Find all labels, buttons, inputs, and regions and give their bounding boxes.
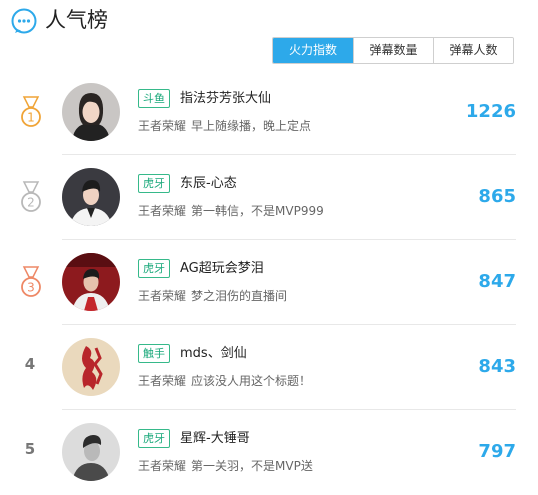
ranking-row[interactable]: 4 触手 mds、剑仙 王者荣耀 应该没人用这个标题！ 843: [0, 325, 538, 410]
score-value: 1226: [465, 101, 516, 122]
score-value: 797: [478, 441, 516, 462]
stream-description: 王者荣耀 早上随缘播，晚上定点: [138, 118, 311, 134]
medal-rank-number: 2: [27, 196, 35, 210]
chat-bubble-icon: [11, 8, 37, 34]
streamer-name[interactable]: 指法芬芳张大仙: [180, 89, 271, 108]
avatar[interactable]: [62, 338, 120, 396]
score-value: 865: [478, 186, 516, 207]
platform-tag: 虎牙: [138, 259, 170, 278]
stream-title: 早上随缘播，晚上定点: [191, 119, 312, 133]
streamer-name[interactable]: 星辉-大锤哥: [180, 429, 250, 448]
ranking-row[interactable]: 5 虎牙 星辉-大锤哥 王者荣耀 第一关羽，不是MVP送 797: [0, 410, 538, 495]
silver-medal-icon: 2: [18, 181, 44, 213]
game-name: 王者荣耀: [138, 459, 187, 473]
game-name: 王者荣耀: [138, 374, 187, 388]
bronze-medal-icon: 3: [18, 266, 44, 298]
stream-title: 梦之泪伤的直播间: [191, 289, 288, 303]
platform-tag: 斗鱼: [138, 89, 170, 108]
stream-title: 应该没人用这个标题！: [191, 374, 312, 388]
stream-description: 王者荣耀 第一韩信，不是MVP999: [138, 203, 324, 219]
ranking-row[interactable]: 3 虎牙 AG超玩会梦泪 王者荣耀 梦之泪伤的直播间 847: [0, 240, 538, 325]
rank-number: 4: [24, 355, 36, 373]
medal-rank-number: 3: [27, 281, 35, 295]
ranking-row[interactable]: 2 虎牙 东辰-心态 王者荣耀 第一韩信，不是MVP999 865: [0, 155, 538, 240]
gold-medal-icon: 1: [18, 96, 44, 128]
streamer-name[interactable]: AG超玩会梦泪: [180, 259, 264, 278]
ranking-list: 1 斗鱼 指法芬芳张大仙 王者荣耀 早上随缘播，晚上定点 1226 2 虎牙 东…: [0, 70, 538, 495]
avatar[interactable]: [62, 83, 120, 141]
platform-tag: 虎牙: [138, 429, 170, 448]
tab-fire-index[interactable]: 火力指数: [273, 38, 353, 63]
game-name: 王者荣耀: [138, 289, 187, 303]
score-value: 847: [478, 271, 516, 292]
medal-rank-number: 1: [27, 111, 35, 125]
streamer-name[interactable]: 东辰-心态: [180, 174, 237, 193]
game-name: 王者荣耀: [138, 204, 187, 218]
rank-number: 5: [24, 440, 36, 458]
avatar[interactable]: [62, 168, 120, 226]
sort-tabs: 火力指数 弹幕数量 弹幕人数: [272, 37, 514, 64]
streamer-name[interactable]: mds、剑仙: [180, 344, 247, 363]
avatar[interactable]: [62, 423, 120, 481]
ranking-row[interactable]: 1 斗鱼 指法芬芳张大仙 王者荣耀 早上随缘播，晚上定点 1226: [0, 70, 538, 155]
page-title: 人气榜: [45, 8, 108, 32]
avatar[interactable]: [62, 253, 120, 311]
stream-title: 第一韩信，不是MVP999: [191, 204, 324, 218]
stream-description: 王者荣耀 应该没人用这个标题！: [138, 373, 311, 389]
panel-header: 人气榜: [0, 0, 538, 40]
game-name: 王者荣耀: [138, 119, 187, 133]
stream-title: 第一关羽，不是MVP送: [191, 459, 313, 473]
stream-description: 王者荣耀 梦之泪伤的直播间: [138, 288, 287, 304]
stream-description: 王者荣耀 第一关羽，不是MVP送: [138, 458, 313, 474]
platform-tag: 虎牙: [138, 174, 170, 193]
platform-tag: 触手: [138, 344, 170, 363]
tab-danmaku-count[interactable]: 弹幕数量: [353, 38, 433, 63]
score-value: 843: [478, 356, 516, 377]
tab-danmaku-users[interactable]: 弹幕人数: [433, 38, 513, 63]
